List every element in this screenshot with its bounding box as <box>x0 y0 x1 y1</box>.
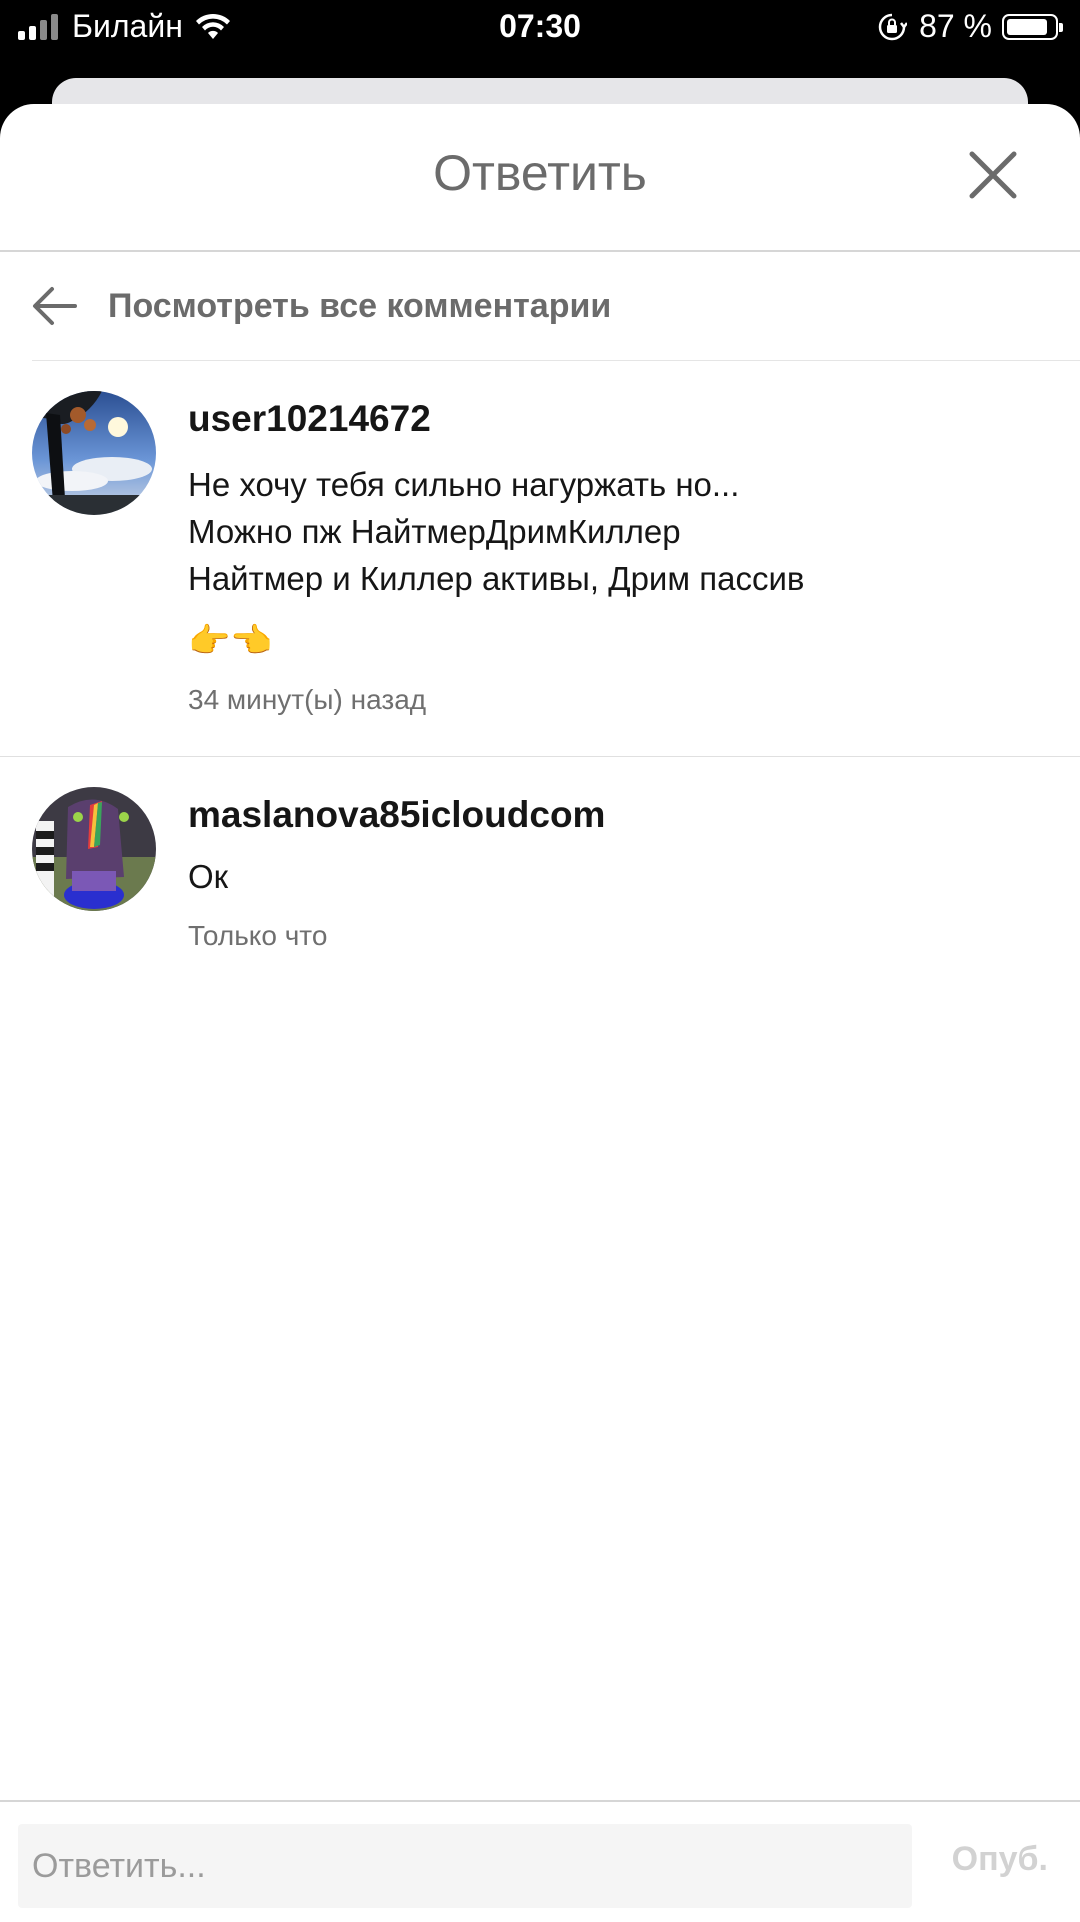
comment-text: Ок <box>188 858 229 895</box>
reply-sheet: Ответить Посмотреть все комментарии user… <box>0 104 1080 1920</box>
comment-timestamp: Только что <box>188 920 328 951</box>
publish-button[interactable]: Опуб. <box>952 1840 1048 1879</box>
reply-bar: Опуб. <box>0 1800 1080 1922</box>
battery-icon <box>1002 13 1063 40</box>
avatar[interactable] <box>32 391 156 515</box>
battery-percentage: 87 % <box>919 8 992 44</box>
comment-item: maslanova85icloudcom Ок Только что <box>0 757 1080 952</box>
comment-timestamp: 34 минут(ы) назад <box>188 684 427 715</box>
reply-input[interactable] <box>18 1824 912 1908</box>
sheet-title: Ответить <box>433 145 647 201</box>
avatar[interactable] <box>32 787 156 911</box>
comment-username[interactable]: maslanova85icloudcom <box>188 757 1080 837</box>
comment-username[interactable]: user10214672 <box>188 361 1080 441</box>
comment-item: user10214672 Не хочу тебя сильно нагуржа… <box>0 361 1080 757</box>
close-icon[interactable] <box>968 150 1018 200</box>
view-all-comments-link[interactable]: Посмотреть все комментарии <box>32 252 1080 361</box>
view-all-comments-label: Посмотреть все комментарии <box>108 286 612 325</box>
status-bar: Билайн 07:30 87 % <box>0 0 1080 60</box>
back-arrow-icon[interactable] <box>32 283 78 329</box>
sheet-header: Ответить <box>0 104 1080 252</box>
comment-text: Не хочу тебя сильно нагуржать но... Можн… <box>188 466 805 597</box>
comment-emoji: 👉👈 <box>188 622 273 660</box>
rotation-lock-icon <box>878 13 908 40</box>
